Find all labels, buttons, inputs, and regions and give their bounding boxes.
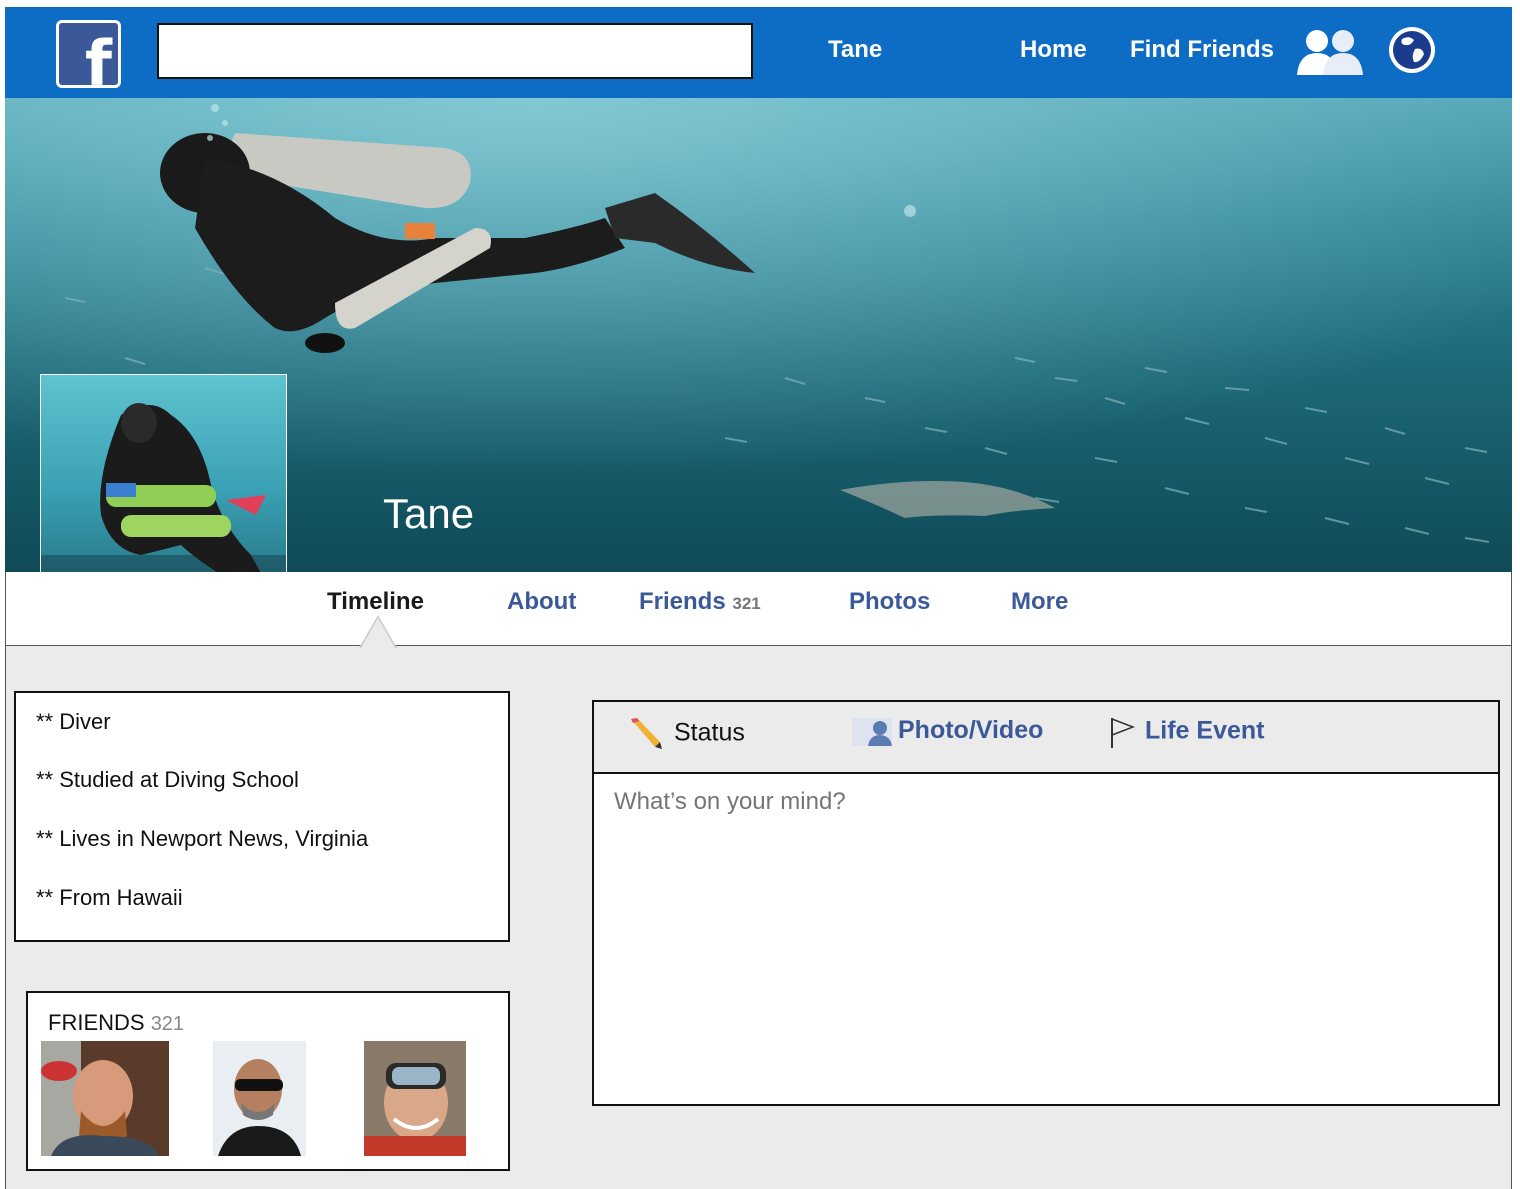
- friends-count: 321: [150, 1013, 185, 1035]
- pencil-icon: [631, 718, 662, 749]
- friends-title-label: FRIENDS: [48, 1010, 145, 1035]
- tab-friends-label: Friends: [639, 588, 726, 615]
- profile-name: Tane: [383, 490, 475, 537]
- intro-item: ** Lives in Newport News, Virginia: [36, 826, 369, 851]
- friend-thumbnail[interactable]: [41, 1041, 169, 1156]
- top-bar: f Tane Home Find Friends: [5, 7, 1512, 98]
- photo-icon: [852, 718, 892, 747]
- tab-photos-label: Photos: [849, 588, 931, 615]
- tab-about-label: About: [507, 588, 577, 615]
- composer-tab-photo-video[interactable]: Photo/Video: [852, 716, 1044, 747]
- tab-about[interactable]: About: [507, 588, 576, 616]
- friend-photo: [41, 1041, 169, 1156]
- status-input[interactable]: [614, 788, 1474, 816]
- nav-home-link[interactable]: Home: [1020, 36, 1087, 64]
- nav-find-friends-link[interactable]: Find Friends: [1130, 36, 1274, 64]
- tab-more[interactable]: More: [1011, 588, 1068, 616]
- tab-more-label: More: [1011, 588, 1069, 615]
- intro-item: ** Diver: [36, 709, 111, 734]
- status-label: Status: [674, 718, 745, 747]
- facebook-logo-icon[interactable]: f: [56, 20, 121, 88]
- intro-box: ** Diver ** Studied at Diving School ** …: [14, 691, 510, 942]
- profile-tab-bar: Timeline About Friends 321 Photos More: [5, 572, 1512, 646]
- tab-friends-count: 321: [732, 594, 761, 613]
- globe-icon[interactable]: [1387, 25, 1437, 75]
- friends-box: FRIENDS 321: [26, 991, 510, 1171]
- life-event-label: Life Event: [1145, 716, 1265, 745]
- intro-item: ** From Hawaii: [36, 885, 183, 910]
- tab-photos[interactable]: Photos: [849, 588, 930, 616]
- intro-item: ** Studied at Diving School: [36, 767, 299, 792]
- tab-friends[interactable]: Friends 321: [639, 588, 761, 616]
- friends-title[interactable]: FRIENDS 321: [48, 1010, 184, 1036]
- friend-thumbnail[interactable]: [213, 1041, 306, 1156]
- friend-photo: [364, 1041, 466, 1156]
- status-composer: Status Photo/Video Life Event: [592, 700, 1500, 1106]
- friend-photo: [213, 1041, 306, 1156]
- nav-profile-link[interactable]: Tane: [828, 36, 882, 64]
- flag-icon: [1111, 718, 1136, 748]
- composer-tab-status[interactable]: Status: [628, 716, 745, 752]
- tab-timeline[interactable]: Timeline: [327, 588, 424, 616]
- active-tab-indicator: [361, 618, 395, 648]
- composer-tab-life-event[interactable]: Life Event: [1109, 716, 1264, 748]
- search-input[interactable]: [157, 23, 753, 79]
- composer-tabs: Status Photo/Video Life Event: [594, 702, 1498, 774]
- friend-thumbnail[interactable]: [364, 1041, 466, 1156]
- tab-timeline-label: Timeline: [327, 588, 424, 615]
- photo-video-label: Photo/Video: [898, 716, 1044, 744]
- friend-requests-icon[interactable]: [1293, 25, 1365, 75]
